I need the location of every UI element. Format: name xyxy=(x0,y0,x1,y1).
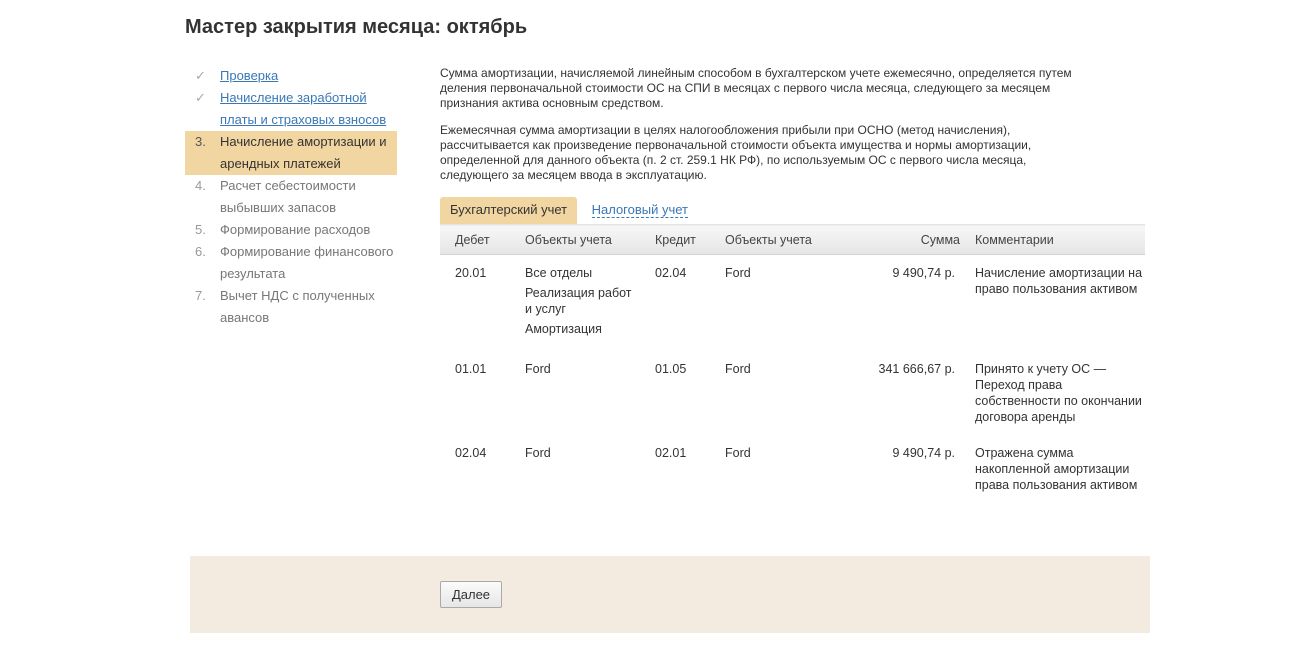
table-row: 20.01 Все отделы Реализация работ и услуг А… xyxy=(440,255,1145,352)
paragraph-line: определенной для данного объекта (п. 2 с… xyxy=(440,153,1027,167)
debit-object: Все отделы xyxy=(525,266,593,280)
paragraph-line: деления первоначальной стоимости ОС на С… xyxy=(440,81,1051,95)
cell-credit: 02.04 xyxy=(655,266,687,280)
tab-tax-label: Налоговый учет xyxy=(591,202,689,218)
cell-sum: 9 490,74 р. xyxy=(892,446,955,460)
step-label: Формирование расходов xyxy=(220,222,371,237)
cell-debit-objects: Ford xyxy=(510,351,640,435)
step-label: Вычет НДС с полученных xyxy=(220,288,375,303)
paragraph-line: Ежемесячная сумма амортизации в целях на… xyxy=(440,123,1011,137)
step-label: арендных платежей xyxy=(220,156,341,171)
debit-object: Амортизация xyxy=(525,322,602,336)
cell-debit: 01.01 xyxy=(455,362,487,376)
step-number: 7. xyxy=(195,288,206,303)
step-label: результата xyxy=(220,266,286,281)
step-item[interactable]: ✓ Начисление заработной платы и страховых … xyxy=(185,87,397,131)
cell-debit-objects: Все отделы Реализация работ и услуг Аморти… xyxy=(510,255,640,352)
step-label: Формирование финансового xyxy=(220,244,394,259)
header-debit: Дебет xyxy=(440,224,510,255)
next-button[interactable]: Далее xyxy=(440,581,502,608)
description-paragraph: Сумма амортизации, начисляемой линейным … xyxy=(440,66,1145,111)
cell-credit: 01.05 xyxy=(655,362,687,376)
step-item: 4. Расчет себестоимости выбывших запасов xyxy=(185,175,397,219)
cell-sum: 9 490,74 р. xyxy=(892,266,955,280)
entries-table: Дебет Объекты учета Кредит Объекты учета… xyxy=(440,224,1145,503)
tabs-bar: Бухгалтерский учет Налоговый учет xyxy=(440,197,689,224)
tab-accounting[interactable]: Бухгалтерский учет xyxy=(440,197,578,224)
header-sum: Сумма xyxy=(830,224,975,255)
cell-credit-objects: Ford xyxy=(725,446,751,460)
cell-credit-objects: Ford xyxy=(725,362,751,376)
step-number: 5. xyxy=(195,222,206,237)
header-credit-objects: Объекты учета xyxy=(710,224,830,255)
wizard-page: Мастер закрытия месяца: октябрь ✓ Проверк… xyxy=(0,0,1296,648)
description-paragraph: Ежемесячная сумма амортизации в целях на… xyxy=(440,123,1145,183)
cell-debit: 20.01 xyxy=(455,266,487,280)
paragraph-line: следующего за месяцем ввода в эксплуатац… xyxy=(440,168,707,182)
cell-credit: 02.01 xyxy=(655,446,687,460)
debit-object: Ford xyxy=(525,446,551,460)
table-row: 01.01 Ford 01.05 Ford 341 666,67 р. Принято к… xyxy=(440,351,1145,435)
header-credit: Кредит xyxy=(640,224,710,255)
step-item[interactable]: ✓ Проверка xyxy=(185,65,397,87)
page-title: Мастер закрытия месяца: октябрь xyxy=(185,16,528,38)
cell-sum: 341 666,67 р. xyxy=(878,362,955,376)
table-header-row: Дебет Объекты учета Кредит Объекты учета… xyxy=(440,224,1145,255)
header-comment: Комментарии xyxy=(975,224,1145,255)
step-number: 6. xyxy=(195,244,206,259)
tab-tax[interactable]: Налоговый учет xyxy=(582,197,689,224)
step-item: 3. Начисление амортизации и арендных плате… xyxy=(185,131,397,175)
cell-comment: Принято к учету ОС — Переход права собст… xyxy=(975,362,1142,424)
step-label: Начисление амортизации и xyxy=(220,134,387,149)
footer-panel: Далее xyxy=(190,556,1150,633)
description: Сумма амортизации, начисляемой линейным … xyxy=(440,66,1145,195)
step-number: 4. xyxy=(195,178,206,193)
step-label[interactable]: Начисление заработной xyxy=(220,87,397,109)
table-row: 02.04 Ford 02.01 Ford 9 490,74 р. Отражена су… xyxy=(440,435,1145,503)
cell-credit-objects: Ford xyxy=(725,266,751,280)
step-item: 7. Вычет НДС с полученных авансов xyxy=(185,285,397,329)
step-item: 6. Формирование финансового результата xyxy=(185,241,397,285)
cell-comment: Отражена сумма накопленной амортизации п… xyxy=(975,446,1138,492)
cell-debit-objects: Ford xyxy=(510,435,640,503)
step-label[interactable]: Проверка xyxy=(220,65,397,87)
step-label: Расчет себестоимости xyxy=(220,178,356,193)
step-label: авансов xyxy=(220,310,270,325)
debit-object: Реализация работ и услуг xyxy=(525,286,632,316)
paragraph-line: Сумма амортизации, начисляемой линейным … xyxy=(440,66,1072,80)
check-icon: ✓ xyxy=(195,90,206,105)
paragraph-line: рассчитывается как произведение первонач… xyxy=(440,138,1032,152)
header-debit-objects: Объекты учета xyxy=(510,224,640,255)
step-number: 3. xyxy=(195,134,206,149)
paragraph-line: признания актива основным средством. xyxy=(440,96,664,110)
steps-sidebar: ✓ Проверка ✓ Начисление заработной платы и с… xyxy=(185,65,397,329)
step-item: 5. Формирование расходов xyxy=(185,219,397,241)
check-icon: ✓ xyxy=(195,68,206,83)
debit-object: Ford xyxy=(525,362,551,376)
step-label: выбывших запасов xyxy=(220,200,336,215)
cell-comment: Начисление амортизации на право пользова… xyxy=(975,266,1143,296)
cell-debit: 02.04 xyxy=(455,446,487,460)
step-label[interactable]: платы и страховых взносов xyxy=(220,109,397,131)
